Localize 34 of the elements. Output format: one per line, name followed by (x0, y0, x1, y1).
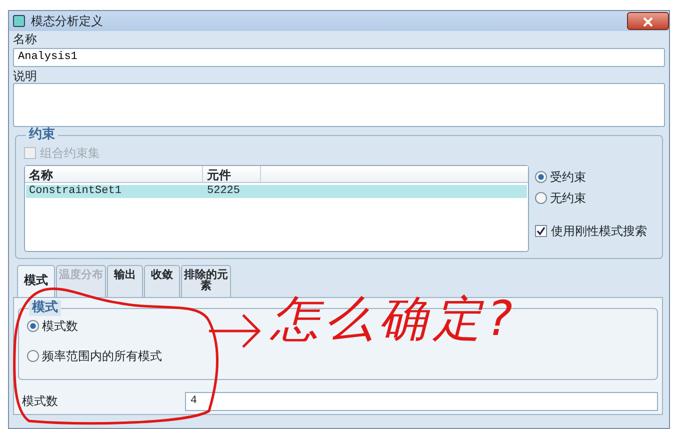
field-label: 模式数 (21, 393, 59, 410)
radio-button[interactable] (535, 170, 547, 182)
description-field[interactable] (13, 82, 665, 126)
tab[interactable]: 模式 (17, 264, 55, 296)
group-title: 模式 (29, 300, 61, 316)
close-button[interactable] (627, 12, 669, 30)
checkbox[interactable] (535, 224, 547, 236)
tab[interactable]: 收敛 (144, 264, 180, 296)
window-icon (13, 15, 25, 27)
annotation-text: 怎么确定? (271, 291, 518, 347)
close-icon (643, 16, 653, 27)
radio-button[interactable] (27, 350, 39, 362)
name-field[interactable]: Analysis1 (13, 48, 665, 66)
table-cell-text: 52225 (206, 184, 242, 198)
checkbox-label: 使用刚性模式搜索 (551, 224, 647, 238)
radio-button[interactable] (27, 320, 39, 332)
number-field[interactable]: 4 (185, 392, 658, 410)
table-cell-text: ConstraintSet1 (28, 184, 122, 198)
radio-label: 模式数 (42, 318, 78, 332)
annotation-arrow (208, 314, 261, 348)
checkbox-label: 组合约束集 (40, 146, 100, 160)
table-row[interactable]: ConstraintSet1 52225 (26, 184, 527, 198)
window-title: 模态分析定义 (31, 13, 103, 30)
group-title: 约束 (26, 126, 58, 142)
column-header: 元件 (203, 166, 261, 182)
radio-label: 频率范围内的所有模式 (42, 348, 162, 362)
radio-button[interactable] (535, 192, 547, 204)
radio-label: 受约束 (550, 170, 586, 184)
field-label: 说明 (13, 70, 38, 82)
tab[interactable]: 排除的元素 (181, 264, 231, 296)
radio-label: 无约束 (550, 190, 586, 204)
field-label: 名称 (13, 33, 38, 46)
tab[interactable]: 输出 (107, 264, 143, 296)
column-header: 名称 (25, 166, 203, 182)
